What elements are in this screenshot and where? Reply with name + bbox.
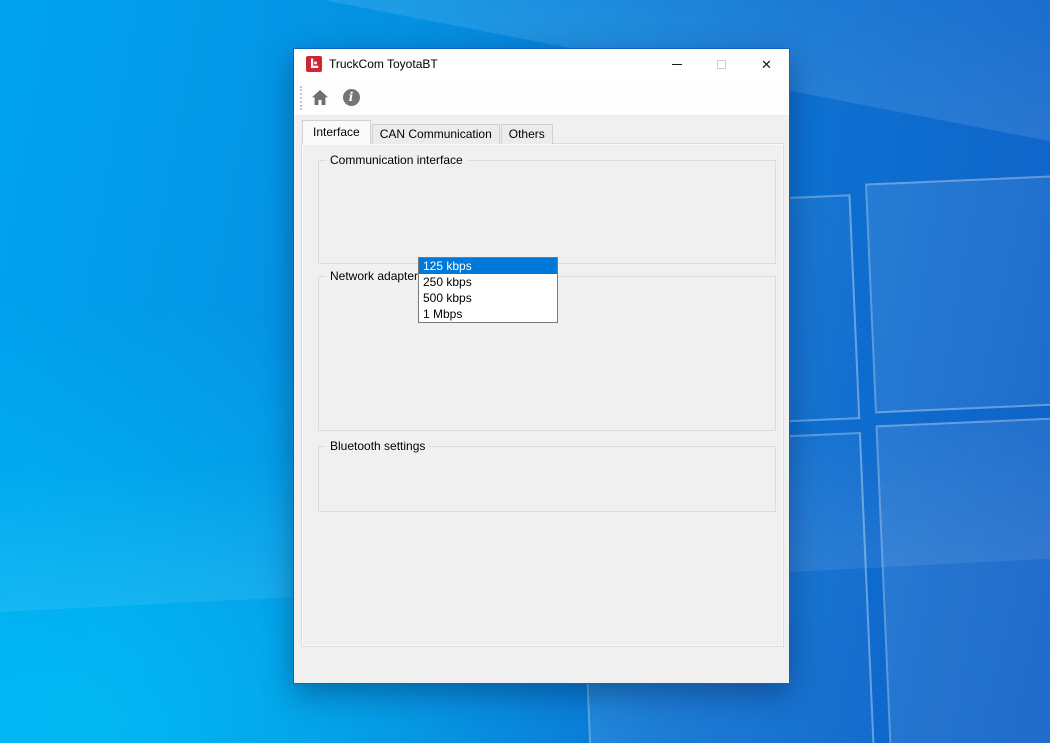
toolbar: i xyxy=(294,79,789,116)
app-icon xyxy=(306,56,322,72)
maximize-button xyxy=(699,49,744,79)
minimize-button[interactable] xyxy=(654,49,699,79)
tab-interface[interactable]: Interface xyxy=(302,120,371,144)
app-window: TruckCom ToyotaBT i Interface CAN Commun… xyxy=(293,48,790,684)
close-icon xyxy=(761,58,772,71)
bitrate-option[interactable]: 250 kbps xyxy=(419,274,557,290)
toolbar-grip[interactable] xyxy=(300,86,302,110)
group-label: Bluetooth settings xyxy=(326,439,429,453)
group-label: Network adapter xyxy=(326,269,422,283)
home-button[interactable] xyxy=(310,87,330,107)
group-label: Communication interface xyxy=(326,153,467,167)
tab-strip: Interface CAN Communication Others xyxy=(302,120,554,144)
close-button[interactable] xyxy=(744,49,789,79)
title-bar[interactable]: TruckCom ToyotaBT xyxy=(294,49,789,79)
bitrate-dropdown-list: 125 kbps 250 kbps 500 kbps 1 Mbps xyxy=(418,257,558,323)
bitrate-option[interactable]: 500 kbps xyxy=(419,290,557,306)
info-icon: i xyxy=(343,89,360,106)
bitrate-option[interactable]: 1 Mbps xyxy=(419,306,557,322)
minimize-icon xyxy=(672,64,682,65)
window-title: TruckCom ToyotaBT xyxy=(329,49,438,79)
bitrate-option[interactable]: 125 kbps xyxy=(419,258,557,274)
windows-logo-pane xyxy=(865,165,1050,413)
tab-others[interactable]: Others xyxy=(501,124,553,144)
maximize-icon xyxy=(717,60,726,69)
tab-can-communication[interactable]: CAN Communication xyxy=(372,124,500,144)
windows-logo-pane xyxy=(876,407,1050,743)
home-icon xyxy=(311,89,329,106)
group-communication-interface: Communication interface xyxy=(318,160,776,264)
group-bluetooth-settings: Bluetooth settings xyxy=(318,446,776,512)
info-button[interactable]: i xyxy=(341,87,361,107)
desktop-wallpaper: TruckCom ToyotaBT i Interface CAN Commun… xyxy=(0,0,1050,743)
